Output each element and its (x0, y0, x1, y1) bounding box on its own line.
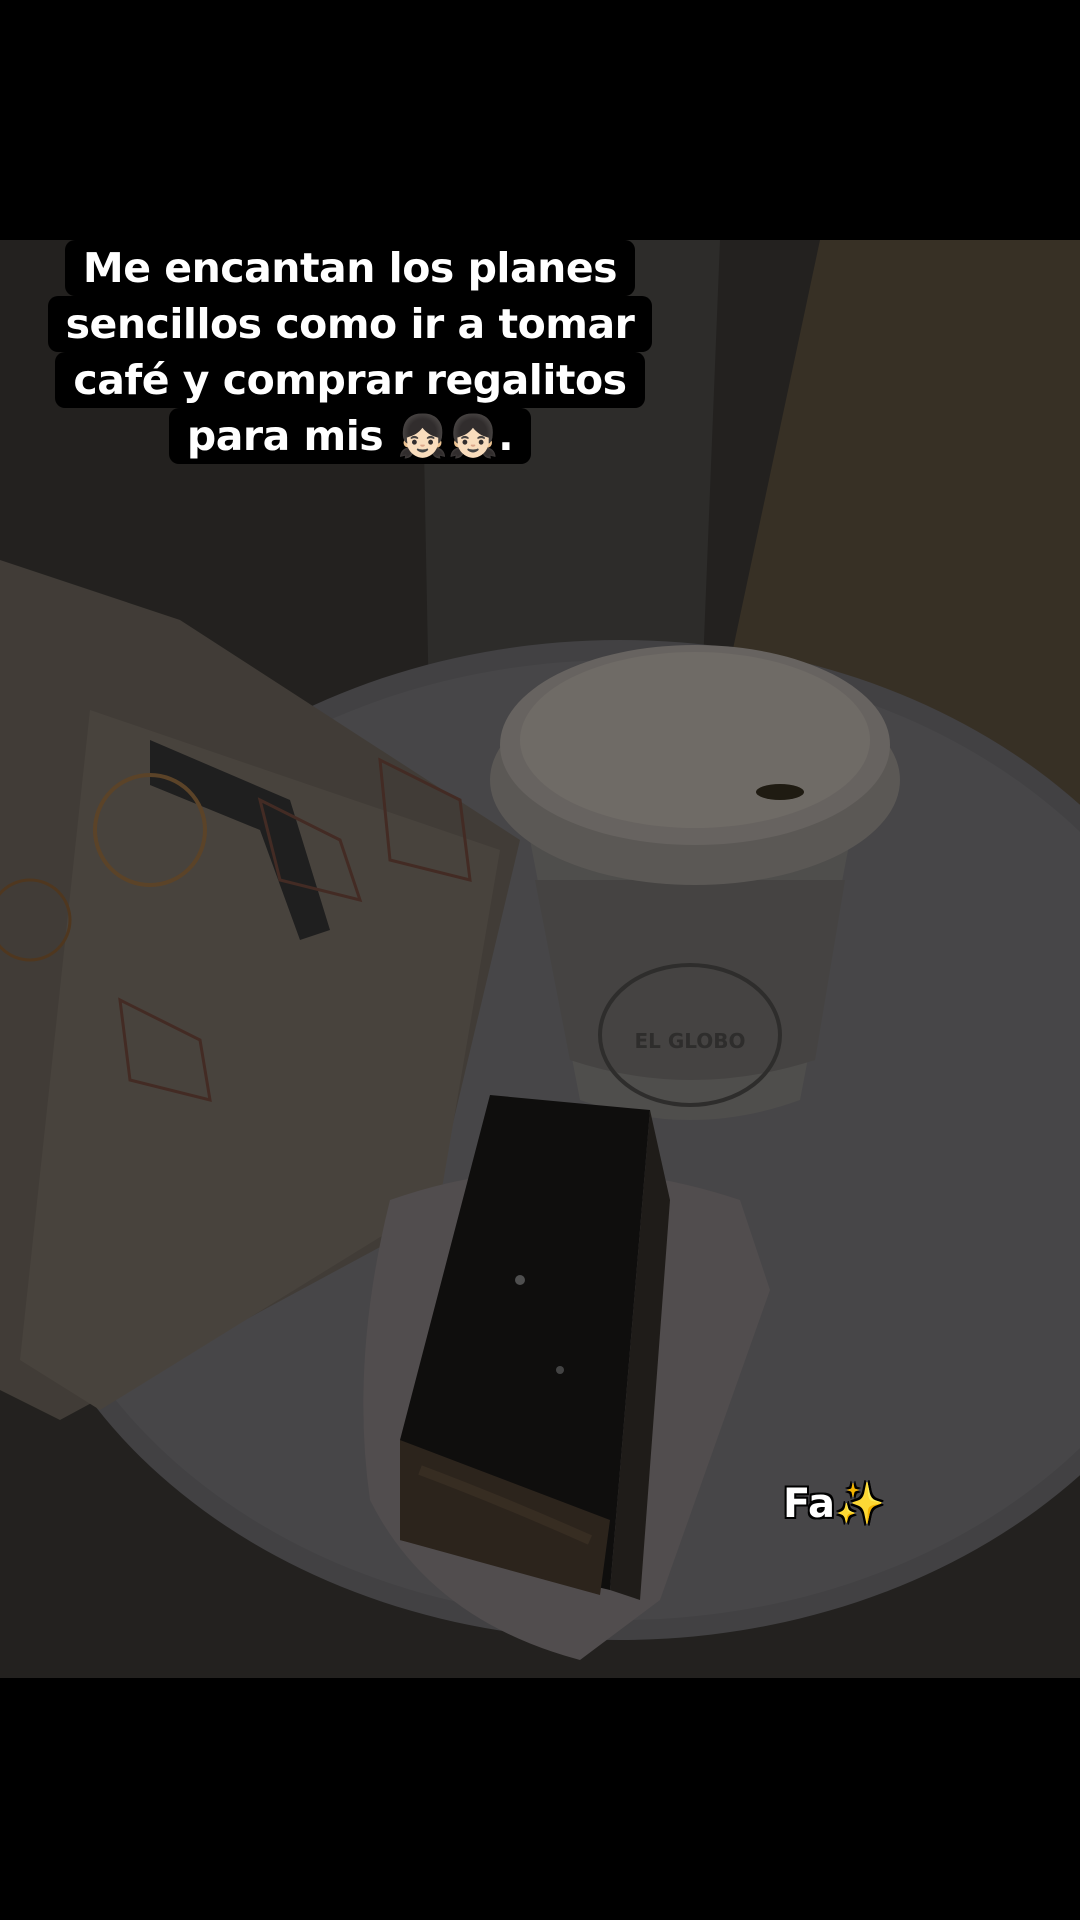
sparkles-icon: ✨ (834, 1481, 885, 1527)
caption-line: café y comprar regalitos (55, 352, 645, 408)
caption-line: para mis 👧🏻👧🏻. (168, 408, 532, 464)
caption-block: Me encantan los planes sencillos como ir… (0, 240, 700, 464)
caption-line: sencillos como ir a tomar (47, 296, 653, 352)
watermark-text: Fa (783, 1481, 835, 1527)
author-watermark: Fa✨ (783, 1480, 885, 1527)
caption-line: Me encantan los planes (64, 240, 636, 296)
